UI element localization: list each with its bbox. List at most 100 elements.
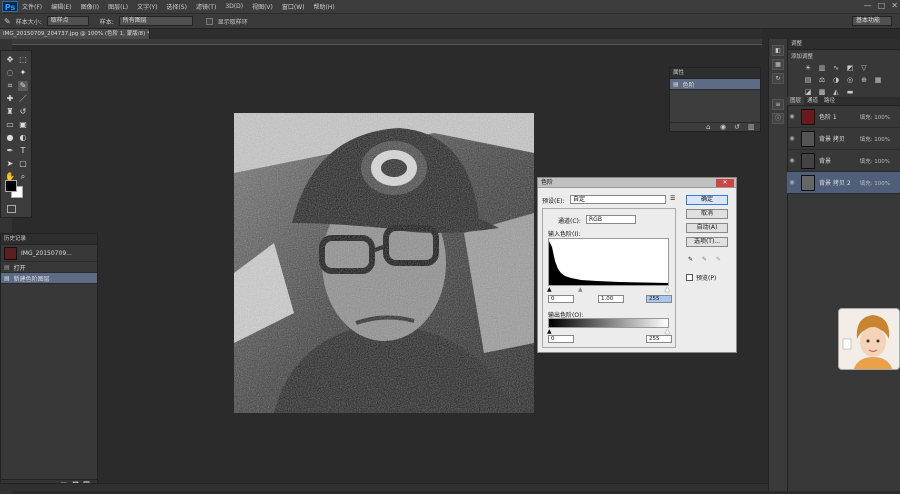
layer-row[interactable]: ◉ 背景 填充: 100% xyxy=(787,150,900,172)
menu-window[interactable]: 窗口(W) xyxy=(282,2,305,11)
photo-filter-icon[interactable]: ◎ xyxy=(846,76,854,84)
output-black-slider[interactable]: ▲ xyxy=(547,328,552,335)
blur-tool-icon[interactable]: ● xyxy=(5,133,15,143)
quick-select-tool-icon[interactable]: ✦ xyxy=(18,68,28,78)
mixer-icon[interactable]: ⊕ xyxy=(860,76,868,84)
input-white-field[interactable]: 255 xyxy=(646,295,672,303)
path-select-tool-icon[interactable]: ➤ xyxy=(5,159,15,169)
input-gray-slider[interactable]: ▲ xyxy=(578,286,583,293)
clip-icon[interactable]: ⌂ xyxy=(706,123,710,131)
show-ring-checkbox[interactable] xyxy=(205,17,213,25)
foreground-color-swatch[interactable] xyxy=(5,180,17,192)
menu-select[interactable]: 选择(S) xyxy=(166,2,187,11)
tab-paths[interactable]: 路径 xyxy=(821,97,838,105)
eyedropper-icon[interactable]: ✎ xyxy=(4,17,11,26)
quick-mask-icon[interactable] xyxy=(7,205,16,213)
reset-icon[interactable]: ↺ xyxy=(734,123,740,131)
menu-image[interactable]: 图像(I) xyxy=(81,2,99,11)
tab-layers[interactable]: 图层 xyxy=(787,97,805,105)
exposure-icon[interactable]: ◩ xyxy=(846,64,854,72)
menu-edit[interactable]: 编辑(E) xyxy=(51,2,71,11)
ok-button[interactable]: 确定 xyxy=(686,195,728,205)
menu-layer[interactable]: 图层(L) xyxy=(108,2,128,11)
history-brush-tool-icon[interactable]: ↺ xyxy=(18,107,28,117)
lookup-icon[interactable]: ▦ xyxy=(874,76,882,84)
menu-type[interactable]: 文字(Y) xyxy=(137,2,157,11)
shape-tool-icon[interactable]: ▢ xyxy=(18,159,28,169)
zoom-tool-icon[interactable]: ⌕ xyxy=(18,172,28,182)
threshold-icon[interactable]: ◭ xyxy=(832,88,840,96)
maximize-button[interactable]: □ xyxy=(878,1,886,10)
curves-icon[interactable]: ∿ xyxy=(832,64,840,72)
dock-swatches-icon[interactable]: ▦ xyxy=(772,59,784,70)
auto-button[interactable]: 自动(A) xyxy=(686,223,728,233)
tab-channels[interactable]: 通道 xyxy=(804,97,821,105)
layer-visibility-icon[interactable]: ◉ xyxy=(787,157,797,164)
history-snapshot[interactable]: IMG_20150709... xyxy=(1,245,97,262)
layer-row[interactable]: ◉ 色阶 1 填充: 100% xyxy=(787,106,900,128)
input-black-slider[interactable]: ▲ xyxy=(547,286,552,293)
dock-history-icon[interactable]: ↻ xyxy=(772,73,784,84)
history-item[interactable]: ▤ 新建色阶图层 xyxy=(1,273,97,284)
layer-visibility-icon[interactable]: ◉ xyxy=(787,135,797,142)
delete-icon[interactable]: ▥ xyxy=(748,123,755,131)
input-white-slider[interactable]: ▲ xyxy=(665,286,670,293)
options-button[interactable]: 选项(T)... xyxy=(686,237,728,247)
type-tool-icon[interactable]: T xyxy=(18,146,28,156)
dodge-tool-icon[interactable]: ◐ xyxy=(18,133,28,143)
workspace-select[interactable]: 基本功能 xyxy=(852,16,892,26)
menu-help[interactable]: 帮助(H) xyxy=(314,2,335,11)
document-tab[interactable]: IMG_20150709_204737.jpg @ 100% (色阶 1, 蒙版… xyxy=(0,29,150,39)
minimize-button[interactable]: — xyxy=(864,1,872,10)
dock-info-icon[interactable]: ⓘ xyxy=(772,113,784,124)
document-canvas[interactable] xyxy=(234,113,534,413)
history-item[interactable]: ▤ 打开 xyxy=(1,262,97,273)
marquee-tool-icon[interactable]: ⬚ xyxy=(18,55,28,65)
size-select[interactable]: 取样点 xyxy=(46,16,89,26)
gray-eyedropper-icon[interactable]: ✎ xyxy=(702,256,707,263)
input-black-field[interactable]: 0 xyxy=(548,295,574,303)
dock-color-icon[interactable]: ◧ xyxy=(772,45,784,56)
input-gamma-field[interactable]: 1.00 xyxy=(598,295,624,303)
crop-tool-icon[interactable]: ⌗ xyxy=(5,81,15,91)
visibility-icon[interactable]: ◉ xyxy=(720,123,726,131)
invert-icon[interactable]: ◪ xyxy=(804,88,812,96)
history-panel-header[interactable]: 历史记录 xyxy=(1,234,97,245)
brush-tool-icon[interactable]: ／ xyxy=(18,94,28,104)
dock-properties-icon[interactable]: ≡ xyxy=(772,99,784,110)
stamp-tool-icon[interactable]: ♜ xyxy=(5,107,15,117)
hue-icon[interactable]: ▤ xyxy=(804,76,812,84)
eyedropper-tool-icon[interactable]: ✎ xyxy=(18,81,28,91)
gradient-tool-icon[interactable]: ▣ xyxy=(18,120,28,130)
pen-tool-icon[interactable]: ✒ xyxy=(5,146,15,156)
properties-panel-header[interactable]: 属性 xyxy=(670,68,760,79)
output-white-slider[interactable]: ▲ xyxy=(665,328,670,335)
properties-item[interactable]: ▤ 色阶 xyxy=(670,79,760,90)
menu-view[interactable]: 视图(V) xyxy=(252,2,273,11)
channel-select[interactable]: RGB xyxy=(586,215,636,224)
preset-select[interactable]: 自定 xyxy=(570,195,666,204)
lasso-tool-icon[interactable]: ◌ xyxy=(5,68,15,78)
layer-row[interactable]: ◉ 背景 拷贝 2 填充: 100% xyxy=(787,172,900,194)
menu-file[interactable]: 文件(F) xyxy=(22,2,42,11)
levels-dialog-close-button[interactable]: ✕ xyxy=(716,179,734,187)
preset-menu-icon[interactable]: ☰ xyxy=(670,195,675,202)
sample-select[interactable]: 所有图层 xyxy=(118,16,193,26)
cancel-button[interactable]: 取消 xyxy=(686,209,728,219)
black-eyedropper-icon[interactable]: ✎ xyxy=(688,256,693,263)
output-black-field[interactable]: 0 xyxy=(548,335,574,343)
move-tool-icon[interactable]: ✥ xyxy=(5,55,15,65)
eraser-tool-icon[interactable]: ▭ xyxy=(5,120,15,130)
white-eyedropper-icon[interactable]: ✎ xyxy=(716,256,721,263)
gradient-map-icon[interactable]: ▬ xyxy=(846,88,854,96)
layer-visibility-icon[interactable]: ◉ xyxy=(787,113,797,120)
levels-adj-icon[interactable]: ▥ xyxy=(818,64,826,72)
posterize-icon[interactable]: ▩ xyxy=(818,88,826,96)
balance-icon[interactable]: ⚖ xyxy=(818,76,826,84)
close-button[interactable]: ✕ xyxy=(891,1,898,10)
output-white-field[interactable]: 255 xyxy=(646,335,672,343)
brightness-icon[interactable]: ☀ xyxy=(804,64,812,72)
layer-row[interactable]: ◉ 背景 拷贝 填充: 100% xyxy=(787,128,900,150)
layer-visibility-icon[interactable]: ◉ xyxy=(787,179,797,186)
menu-filter[interactable]: 滤镜(T) xyxy=(196,2,216,11)
